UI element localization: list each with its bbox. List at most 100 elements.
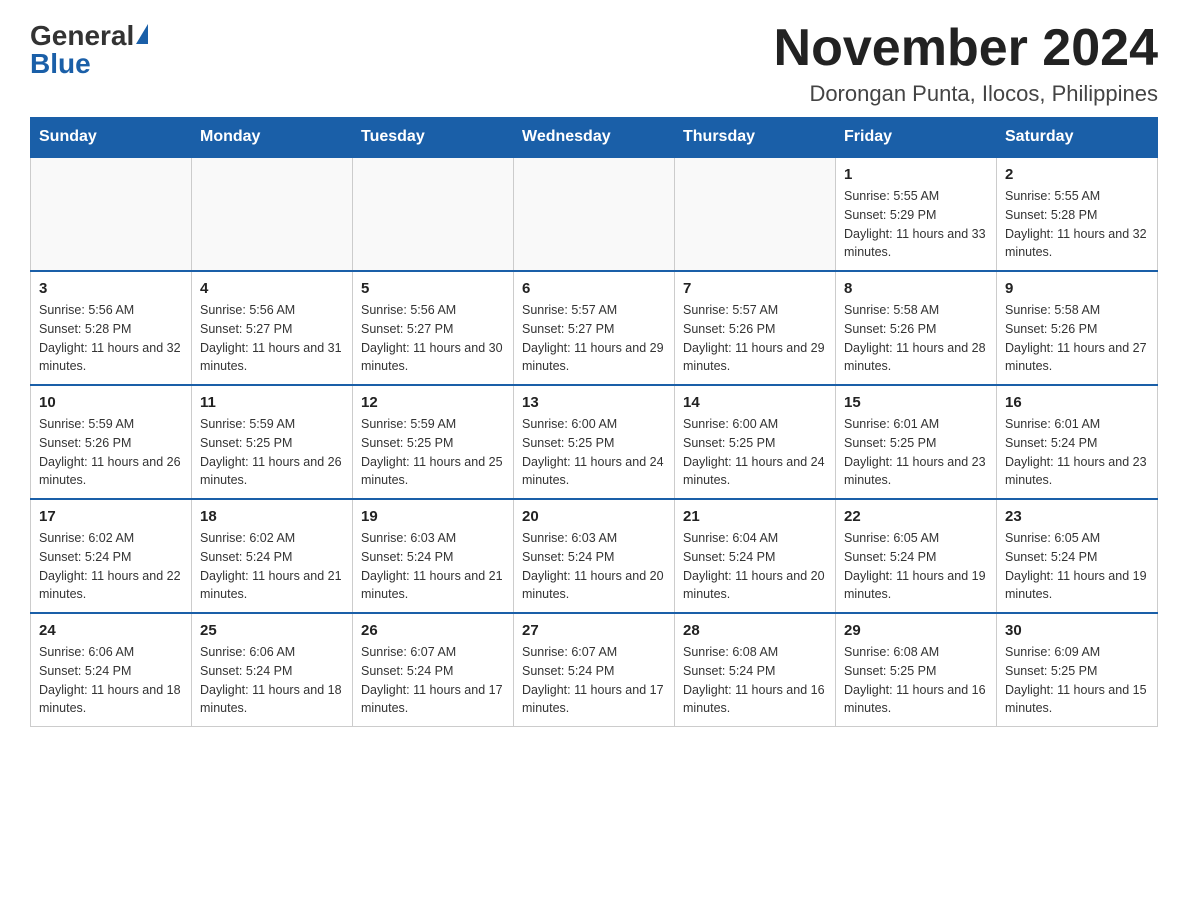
- table-row: 9 Sunrise: 5:58 AMSunset: 5:26 PMDaylight…: [997, 271, 1158, 385]
- sun-info: Sunrise: 6:01 AMSunset: 5:24 PMDaylight:…: [1005, 415, 1149, 490]
- table-row: [31, 157, 192, 271]
- day-number: 23: [1005, 508, 1149, 525]
- table-row: 24 Sunrise: 6:06 AMSunset: 5:24 PMDayligh…: [31, 613, 192, 727]
- sun-info: Sunrise: 6:01 AMSunset: 5:25 PMDaylight:…: [844, 415, 988, 490]
- sun-info: Sunrise: 6:07 AMSunset: 5:24 PMDaylight:…: [522, 643, 666, 718]
- day-number: 8: [844, 280, 988, 297]
- calendar-week-row: 3 Sunrise: 5:56 AMSunset: 5:28 PMDaylight…: [31, 271, 1158, 385]
- table-row: 30 Sunrise: 6:09 AMSunset: 5:25 PMDayligh…: [997, 613, 1158, 727]
- day-number: 24: [39, 622, 183, 639]
- table-row: 19 Sunrise: 6:03 AMSunset: 5:24 PMDayligh…: [353, 499, 514, 613]
- table-row: 7 Sunrise: 5:57 AMSunset: 5:26 PMDaylight…: [675, 271, 836, 385]
- day-number: 29: [844, 622, 988, 639]
- table-row: [192, 157, 353, 271]
- day-number: 7: [683, 280, 827, 297]
- col-saturday: Saturday: [997, 118, 1158, 158]
- sun-info: Sunrise: 5:57 AMSunset: 5:26 PMDaylight:…: [683, 301, 827, 376]
- table-row: 3 Sunrise: 5:56 AMSunset: 5:28 PMDaylight…: [31, 271, 192, 385]
- day-number: 19: [361, 508, 505, 525]
- page-title: November 2024: [774, 20, 1158, 77]
- sun-info: Sunrise: 6:08 AMSunset: 5:25 PMDaylight:…: [844, 643, 988, 718]
- table-row: 20 Sunrise: 6:03 AMSunset: 5:24 PMDayligh…: [514, 499, 675, 613]
- sun-info: Sunrise: 5:55 AMSunset: 5:29 PMDaylight:…: [844, 187, 988, 262]
- table-row: 26 Sunrise: 6:07 AMSunset: 5:24 PMDayligh…: [353, 613, 514, 727]
- sun-info: Sunrise: 6:02 AMSunset: 5:24 PMDaylight:…: [200, 529, 344, 604]
- day-number: 6: [522, 280, 666, 297]
- table-row: 2Sunrise: 5:55 AMSunset: 5:28 PMDaylight…: [997, 157, 1158, 271]
- sun-info: Sunrise: 5:56 AMSunset: 5:28 PMDaylight:…: [39, 301, 183, 376]
- col-sunday: Sunday: [31, 118, 192, 158]
- day-number: 16: [1005, 394, 1149, 411]
- sun-info: Sunrise: 5:56 AMSunset: 5:27 PMDaylight:…: [200, 301, 344, 376]
- table-row: 15 Sunrise: 6:01 AMSunset: 5:25 PMDayligh…: [836, 385, 997, 499]
- day-number: 12: [361, 394, 505, 411]
- table-row: 22Sunrise: 6:05 AMSunset: 5:24 PMDayligh…: [836, 499, 997, 613]
- day-number: 25: [200, 622, 344, 639]
- col-tuesday: Tuesday: [353, 118, 514, 158]
- sun-info: Sunrise: 5:59 AMSunset: 5:25 PMDaylight:…: [361, 415, 505, 490]
- logo: General Blue: [30, 20, 150, 80]
- sun-info: Sunrise: 6:03 AMSunset: 5:24 PMDaylight:…: [522, 529, 666, 604]
- day-number: 18: [200, 508, 344, 525]
- sun-info: Sunrise: 5:58 AMSunset: 5:26 PMDaylight:…: [1005, 301, 1149, 376]
- day-number: 15: [844, 394, 988, 411]
- sun-info: Sunrise: 5:57 AMSunset: 5:27 PMDaylight:…: [522, 301, 666, 376]
- sun-info: Sunrise: 5:58 AMSunset: 5:26 PMDaylight:…: [844, 301, 988, 376]
- day-number: 17: [39, 508, 183, 525]
- sun-info: Sunrise: 5:59 AMSunset: 5:25 PMDaylight:…: [200, 415, 344, 490]
- day-number: 13: [522, 394, 666, 411]
- logo-blue-text: Blue: [30, 48, 91, 80]
- day-number: 28: [683, 622, 827, 639]
- table-row: 18 Sunrise: 6:02 AMSunset: 5:24 PMDayligh…: [192, 499, 353, 613]
- calendar-week-row: 1 Sunrise: 5:55 AMSunset: 5:29 PMDaylight…: [31, 157, 1158, 271]
- calendar-week-row: 10 Sunrise: 5:59 AMSunset: 5:26 PMDayligh…: [31, 385, 1158, 499]
- day-number: 5: [361, 280, 505, 297]
- table-row: 4Sunrise: 5:56 AMSunset: 5:27 PMDaylight…: [192, 271, 353, 385]
- day-number: 10: [39, 394, 183, 411]
- sun-info: Sunrise: 6:06 AMSunset: 5:24 PMDaylight:…: [200, 643, 344, 718]
- day-number: 21: [683, 508, 827, 525]
- sun-info: Sunrise: 6:06 AMSunset: 5:24 PMDaylight:…: [39, 643, 183, 718]
- sun-info: Sunrise: 6:08 AMSunset: 5:24 PMDaylight:…: [683, 643, 827, 718]
- sun-info: Sunrise: 6:05 AMSunset: 5:24 PMDaylight:…: [1005, 529, 1149, 604]
- table-row: 27Sunrise: 6:07 AMSunset: 5:24 PMDayligh…: [514, 613, 675, 727]
- table-row: 21Sunrise: 6:04 AMSunset: 5:24 PMDayligh…: [675, 499, 836, 613]
- table-row: 5 Sunrise: 5:56 AMSunset: 5:27 PMDaylight…: [353, 271, 514, 385]
- page-header: General Blue November 2024 Dorongan Punt…: [30, 20, 1158, 107]
- table-row: 16 Sunrise: 6:01 AMSunset: 5:24 PMDayligh…: [997, 385, 1158, 499]
- sun-info: Sunrise: 6:00 AMSunset: 5:25 PMDaylight:…: [683, 415, 827, 490]
- sun-info: Sunrise: 6:09 AMSunset: 5:25 PMDaylight:…: [1005, 643, 1149, 718]
- table-row: 6 Sunrise: 5:57 AMSunset: 5:27 PMDaylight…: [514, 271, 675, 385]
- day-number: 22: [844, 508, 988, 525]
- day-number: 26: [361, 622, 505, 639]
- title-block: November 2024 Dorongan Punta, Ilocos, Ph…: [774, 20, 1158, 107]
- col-monday: Monday: [192, 118, 353, 158]
- day-number: 20: [522, 508, 666, 525]
- day-number: 11: [200, 394, 344, 411]
- sun-info: Sunrise: 5:55 AMSunset: 5:28 PMDaylight:…: [1005, 187, 1149, 262]
- table-row: [514, 157, 675, 271]
- table-row: 12 Sunrise: 5:59 AMSunset: 5:25 PMDayligh…: [353, 385, 514, 499]
- table-row: 11 Sunrise: 5:59 AMSunset: 5:25 PMDayligh…: [192, 385, 353, 499]
- day-number: 9: [1005, 280, 1149, 297]
- day-number: 30: [1005, 622, 1149, 639]
- sun-info: Sunrise: 6:00 AMSunset: 5:25 PMDaylight:…: [522, 415, 666, 490]
- sun-info: Sunrise: 6:02 AMSunset: 5:24 PMDaylight:…: [39, 529, 183, 604]
- table-row: 1 Sunrise: 5:55 AMSunset: 5:29 PMDaylight…: [836, 157, 997, 271]
- day-number: 3: [39, 280, 183, 297]
- table-row: 28 Sunrise: 6:08 AMSunset: 5:24 PMDayligh…: [675, 613, 836, 727]
- sun-info: Sunrise: 6:03 AMSunset: 5:24 PMDaylight:…: [361, 529, 505, 604]
- table-row: [353, 157, 514, 271]
- sun-info: Sunrise: 5:56 AMSunset: 5:27 PMDaylight:…: [361, 301, 505, 376]
- table-row: [675, 157, 836, 271]
- col-friday: Friday: [836, 118, 997, 158]
- sun-info: Sunrise: 6:07 AMSunset: 5:24 PMDaylight:…: [361, 643, 505, 718]
- day-number: 14: [683, 394, 827, 411]
- sun-info: Sunrise: 5:59 AMSunset: 5:26 PMDaylight:…: [39, 415, 183, 490]
- table-row: 23 Sunrise: 6:05 AMSunset: 5:24 PMDayligh…: [997, 499, 1158, 613]
- day-number: 1: [844, 166, 988, 183]
- col-wednesday: Wednesday: [514, 118, 675, 158]
- calendar-table: Sunday Monday Tuesday Wednesday Thursday…: [30, 117, 1158, 727]
- calendar-header-row: Sunday Monday Tuesday Wednesday Thursday…: [31, 118, 1158, 158]
- table-row: 8 Sunrise: 5:58 AMSunset: 5:26 PMDaylight…: [836, 271, 997, 385]
